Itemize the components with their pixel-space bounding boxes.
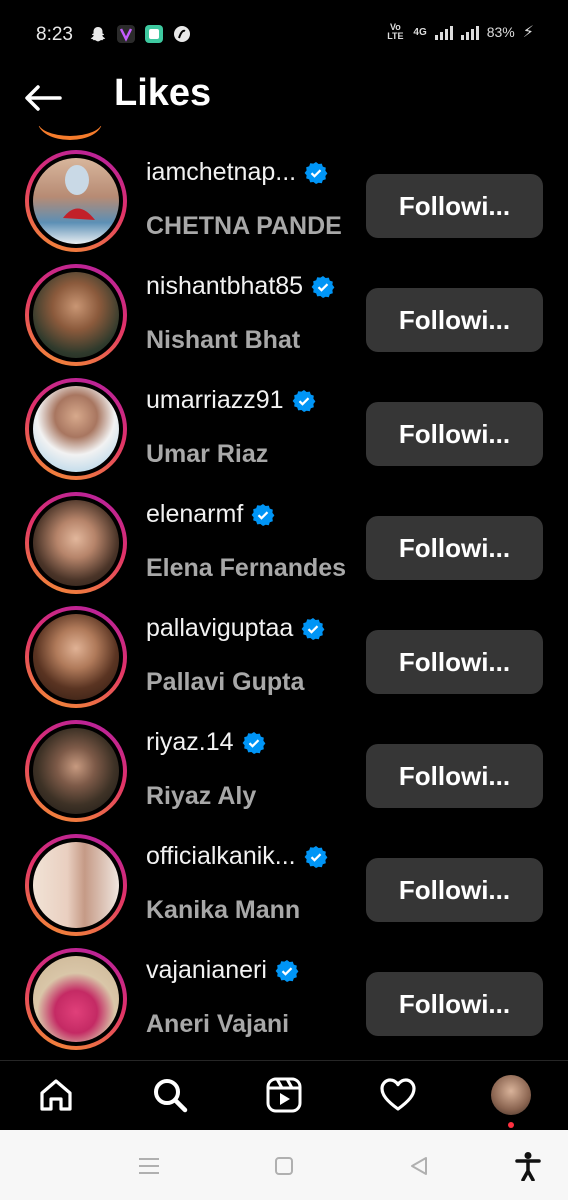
list-item[interactable]: pallaviguptaa Pallavi Gupta Followi... [0, 600, 568, 714]
username[interactable]: vajanianeri [146, 956, 267, 985]
following-button[interactable]: Followi... [366, 174, 543, 238]
back-button[interactable] [22, 78, 66, 118]
following-button[interactable]: Followi... [366, 402, 543, 466]
full-name: Nishant Bhat [146, 326, 301, 354]
likes-list[interactable]: iamchetnap... CHETNA PANDE Followi... ni… [0, 126, 568, 1060]
avatar[interactable] [25, 264, 127, 366]
username[interactable]: iamchetnap... [146, 158, 296, 187]
avatar[interactable] [25, 150, 127, 252]
nav-search[interactable] [150, 1075, 190, 1115]
list-item[interactable]: umarriazz91 Umar Riaz Followi... [0, 372, 568, 486]
list-item[interactable]: elenarmf Elena Fernandes Followi... [0, 486, 568, 600]
charging-icon: ⚡ [522, 24, 534, 41]
username[interactable]: nishantbhat85 [146, 272, 303, 301]
following-button[interactable]: Followi... [366, 744, 543, 808]
network-type: 4G [413, 26, 427, 38]
app-green-icon [144, 24, 164, 44]
verified-badge-icon [275, 959, 299, 982]
list-item[interactable]: riyaz.14 Riyaz Aly Followi... [0, 714, 568, 828]
accessibility-button[interactable] [514, 1152, 542, 1181]
full-name: Pallavi Gupta [146, 668, 305, 696]
page-title: Likes [114, 72, 212, 114]
username[interactable]: pallaviguptaa [146, 614, 293, 643]
home-icon [40, 1079, 72, 1111]
verified-badge-icon [311, 275, 335, 298]
full-name: Aneri Vajani [146, 1010, 290, 1038]
list-item[interactable]: officialkanik... Kanika Mann Followi... [0, 828, 568, 942]
home-button[interactable] [270, 1152, 298, 1180]
partial-avatar-ring [38, 126, 102, 140]
username[interactable]: riyaz.14 [146, 728, 234, 757]
bottom-nav [0, 1060, 568, 1130]
snapchat-icon [88, 24, 108, 44]
username[interactable]: elenarmf [146, 500, 243, 529]
following-button[interactable]: Followi... [366, 972, 543, 1036]
username[interactable]: umarriazz91 [146, 386, 284, 415]
back-system-button[interactable] [405, 1152, 433, 1180]
verified-badge-icon [301, 617, 325, 640]
notification-dot [508, 1122, 514, 1128]
list-item[interactable]: iamchetnap... CHETNA PANDE Followi... [0, 144, 568, 258]
notification-icons [88, 24, 192, 44]
avatar[interactable] [25, 492, 127, 594]
verified-badge-icon [304, 845, 328, 868]
verified-badge-icon [251, 503, 275, 526]
list-item[interactable]: vajanianeri Aneri Vajani Followi... [0, 942, 568, 1056]
full-name: Riyaz Aly [146, 782, 257, 810]
list-item[interactable]: nishantbhat85 Nishant Bhat Followi... [0, 258, 568, 372]
system-nav-bar [0, 1130, 568, 1200]
heart-icon [380, 1078, 416, 1111]
profile-avatar [491, 1075, 531, 1115]
signal-icon [434, 24, 453, 40]
verified-badge-icon [292, 389, 315, 412]
nav-activity[interactable] [378, 1075, 418, 1115]
following-button[interactable]: Followi... [366, 630, 543, 694]
app-script-icon [172, 24, 192, 44]
avatar[interactable] [25, 606, 127, 708]
app-v-icon [116, 24, 136, 44]
avatar[interactable] [25, 948, 127, 1050]
reels-icon [266, 1077, 302, 1113]
avatar[interactable] [25, 720, 127, 822]
back-arrow-icon [25, 85, 62, 111]
system-status: Vo LTE 4G 83% ⚡ [385, 22, 534, 42]
search-icon [154, 1079, 188, 1113]
full-name: CHETNA PANDE [146, 212, 342, 240]
nav-reels[interactable] [264, 1075, 304, 1115]
avatar[interactable] [25, 378, 127, 480]
status-time: 8:23 [36, 24, 73, 45]
back-triangle-icon [411, 1157, 427, 1175]
recents-button[interactable] [135, 1152, 163, 1180]
menu-icon [139, 1158, 159, 1174]
full-name: Kanika Mann [146, 896, 301, 924]
following-button[interactable]: Followi... [366, 288, 543, 352]
header: Likes [0, 70, 568, 126]
username[interactable]: officialkanik... [146, 842, 296, 871]
full-name: Elena Fernandes [146, 554, 347, 582]
signal-icon-2 [460, 24, 479, 40]
verified-badge-icon [242, 731, 265, 754]
volte-indicator: Vo LTE [387, 22, 404, 41]
avatar[interactable] [25, 834, 127, 936]
status-bar: 8:23 Vo LTE 4G 83% ⚡ [0, 0, 568, 70]
verified-badge-icon [304, 161, 328, 184]
full-name: Umar Riaz [146, 440, 269, 468]
home-square-icon [275, 1157, 293, 1175]
accessibility-icon [515, 1152, 541, 1181]
nav-profile[interactable] [491, 1075, 531, 1115]
battery-percent: 83% [486, 24, 515, 40]
following-button[interactable]: Followi... [366, 858, 543, 922]
following-button[interactable]: Followi... [366, 516, 543, 580]
nav-home[interactable] [36, 1075, 76, 1115]
